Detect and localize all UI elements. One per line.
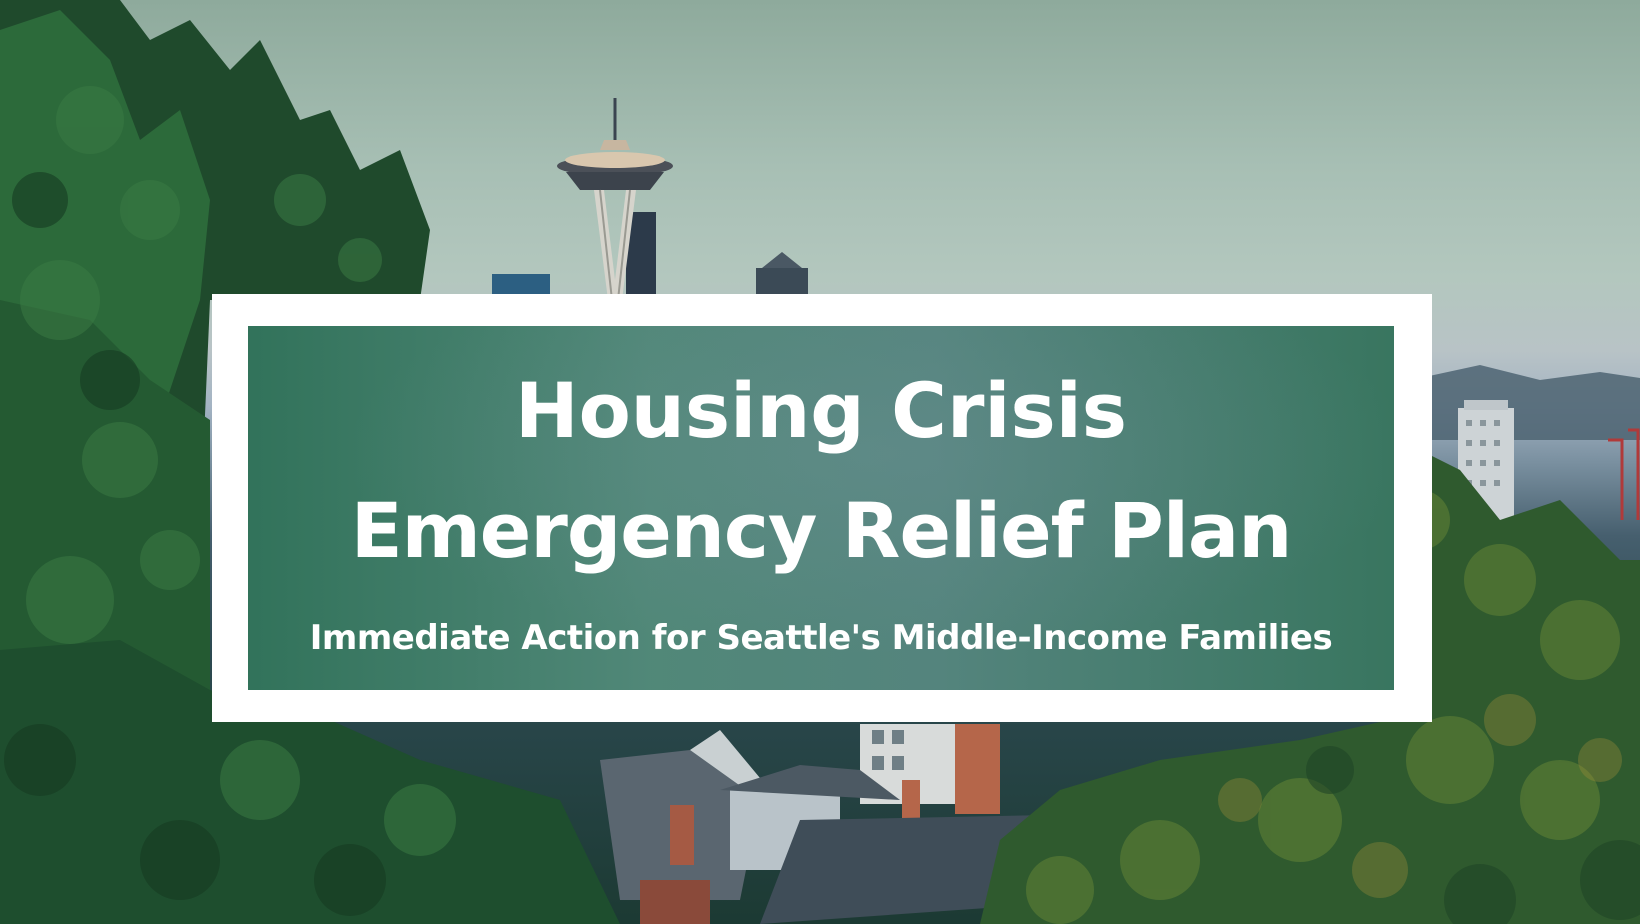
title-line-1: Housing Crisis <box>514 366 1127 455</box>
subtitle: Immediate Action for Seattle's Middle-In… <box>309 618 1333 658</box>
banner-panel: Housing Crisis Emergency Relief Plan Imm… <box>248 326 1394 690</box>
title-line-2: Emergency Relief Plan <box>350 486 1293 575</box>
crane-right <box>1608 428 1640 520</box>
